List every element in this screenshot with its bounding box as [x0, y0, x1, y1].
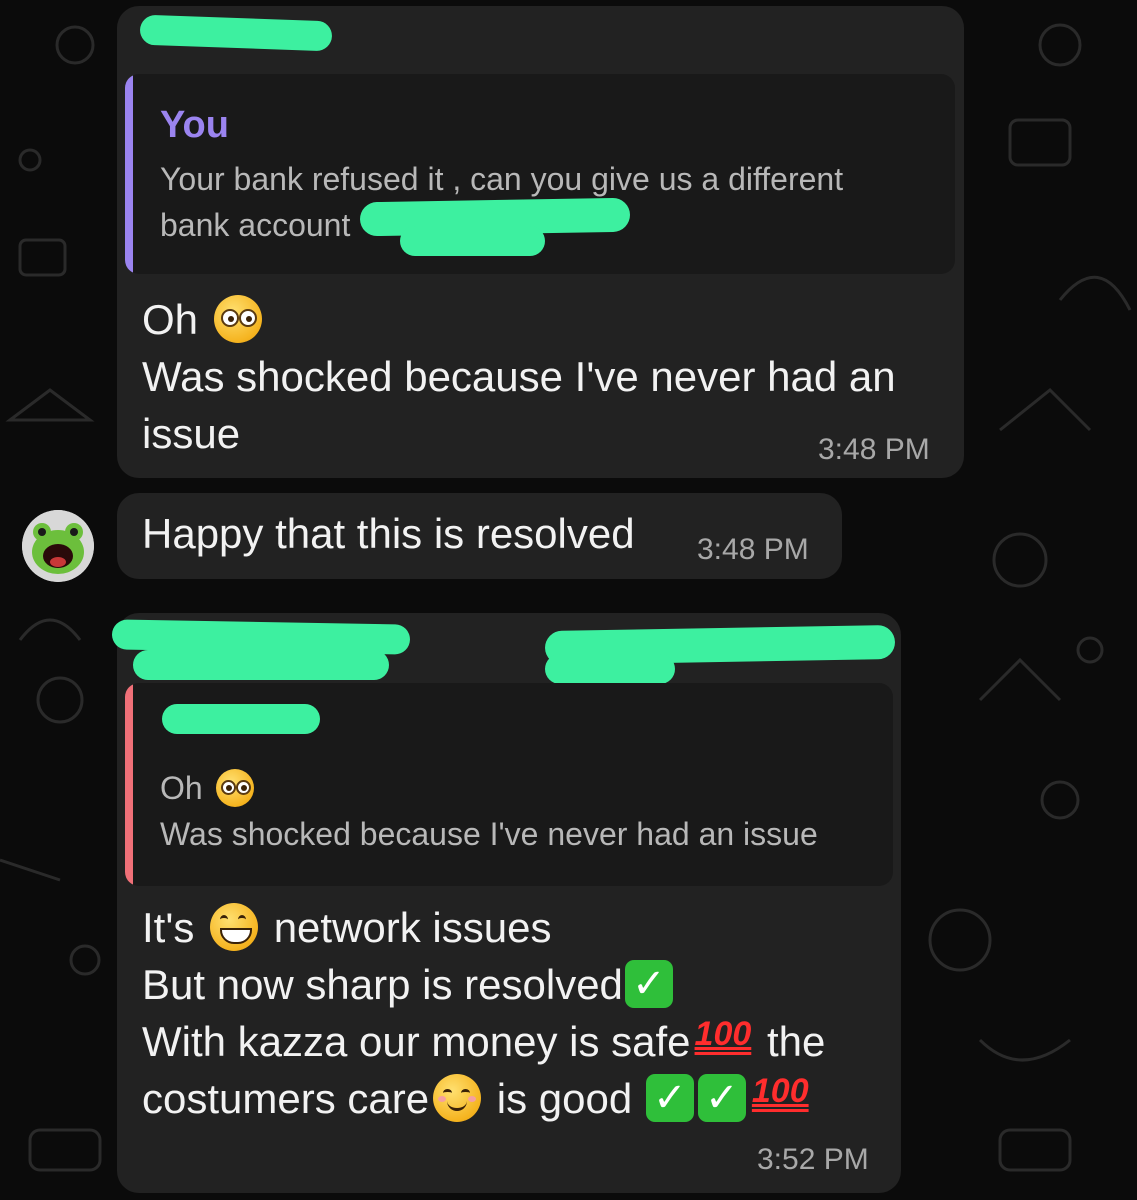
message-timestamp: 3:48 PM — [818, 433, 930, 466]
frog-icon — [22, 510, 94, 582]
quote-text-line-1: Oh — [160, 765, 258, 811]
message-line: Was shocked because I've never had an — [142, 353, 896, 400]
message-timestamp: 3:48 PM — [697, 533, 809, 566]
flushed-face-emoji — [213, 294, 262, 343]
quote-text-line-2: bank account — [160, 207, 351, 243]
quote-text-line-2: Was shocked because I've never had an is… — [160, 816, 818, 852]
message-line: issue — [142, 410, 241, 457]
check-mark-button-emoji: ✓ — [697, 1073, 746, 1122]
flushed-face-emoji — [215, 768, 254, 807]
hundred-points-emoji: 100 — [751, 1072, 809, 1111]
hundred-points-emoji: 100 — [694, 1015, 752, 1054]
message-line: But now sharp is resolved ✓ — [142, 956, 675, 1013]
message-line: costumers care is good ✓ ✓ 100 — [142, 1070, 813, 1130]
frog-avatar[interactable] — [22, 510, 94, 582]
quote-accent-bar — [125, 74, 133, 274]
message-timestamp: 3:52 PM — [757, 1143, 869, 1176]
quote-text-line-1: Your bank refused it , can you give us a… — [160, 161, 844, 197]
redacted-phone-number-2 — [545, 654, 675, 684]
redacted-quote-author — [162, 704, 320, 734]
message-text: Happy that this is resolved — [142, 510, 635, 557]
grinning-face-emoji — [210, 902, 259, 951]
quote-author: You — [160, 104, 229, 146]
smiling-face-emoji — [433, 1073, 482, 1122]
check-mark-button-emoji: ✓ — [645, 1073, 694, 1122]
message-line: It's network issues — [142, 902, 552, 951]
check-mark-button-emoji: ✓ — [624, 959, 673, 1008]
redacted-account-number-2 — [400, 226, 545, 256]
redacted-sender-name-2 — [133, 650, 389, 680]
quote-accent-bar — [125, 683, 133, 886]
message-line: Oh — [142, 291, 266, 348]
message-line: With kazza our money is safe 100 the — [142, 1013, 825, 1073]
